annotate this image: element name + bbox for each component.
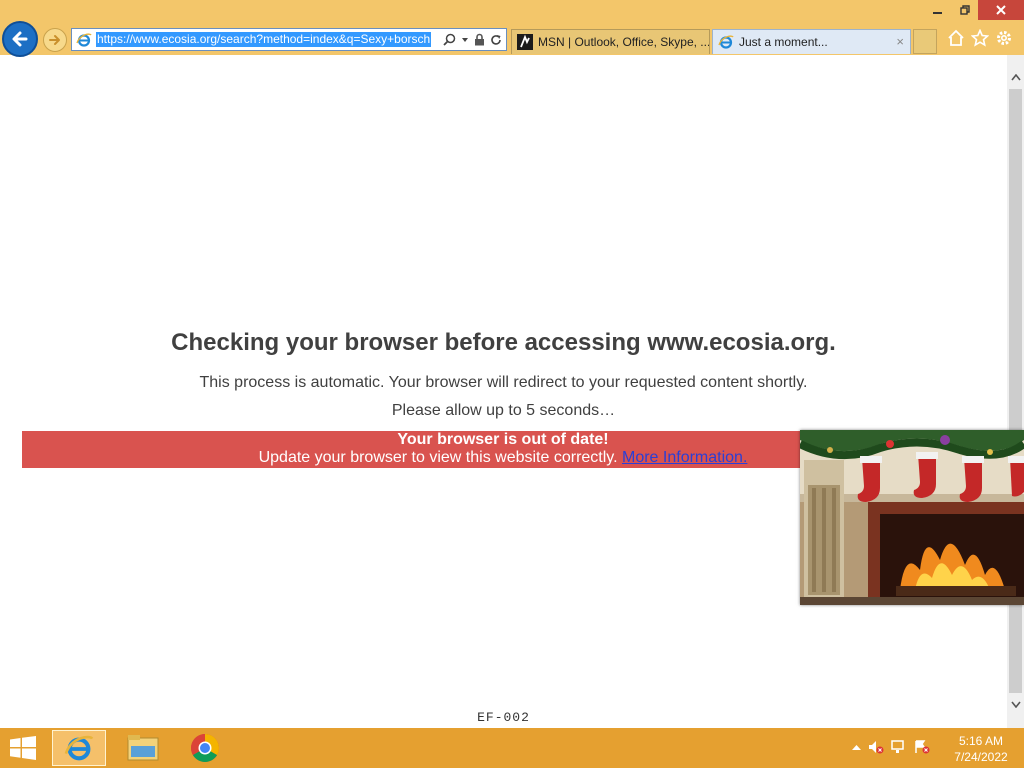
more-information-link[interactable]: More Information. <box>622 449 747 466</box>
msn-icon <box>517 34 533 50</box>
action-center-flag-icon[interactable] <box>914 740 930 754</box>
new-tab-button[interactable] <box>913 29 937 54</box>
gear-icon[interactable] <box>995 29 1013 47</box>
show-hidden-icons-icon[interactable] <box>852 744 861 751</box>
back-button[interactable] <box>2 21 38 57</box>
wait-message: Please allow up to 5 seconds… <box>391 402 616 419</box>
address-text[interactable]: https://www.ecosia.org/search?method=ind… <box>96 32 432 47</box>
close-window-button[interactable] <box>978 0 1024 20</box>
scroll-up-arrow-icon[interactable] <box>1007 69 1024 86</box>
folder-icon <box>127 735 159 761</box>
tab-just-a-moment[interactable]: Just a moment... × <box>712 29 911 54</box>
taskbar-file-explorer-button[interactable] <box>116 730 170 766</box>
forward-button[interactable] <box>43 28 67 52</box>
scroll-down-arrow-icon[interactable] <box>1007 696 1024 713</box>
chrome-icon <box>191 734 219 762</box>
start-button[interactable] <box>10 736 36 765</box>
banner-text: Update your browser to view this website… <box>258 449 622 466</box>
clock-time: 5:16 AM <box>958 734 1004 748</box>
tab-msn[interactable]: MSN | Outlook, Office, Skype, ... <box>511 29 710 54</box>
status-message: This process is automatic. Your browser … <box>199 374 808 391</box>
chevron-down-icon[interactable] <box>461 36 469 44</box>
toolbar-right <box>947 29 1013 47</box>
ie-icon <box>718 35 734 49</box>
taskbar-clock[interactable]: 5:16 AM 7/24/2022 <box>950 733 1012 765</box>
lock-icon[interactable] <box>474 33 485 46</box>
taskbar-ie-button[interactable] <box>52 730 106 766</box>
page-heading: Checking your browser before accessing w… <box>171 329 836 356</box>
windows-logo-icon <box>10 736 36 760</box>
home-icon[interactable] <box>947 29 965 47</box>
taskbar: 5:16 AM 7/24/2022 <box>0 728 1024 768</box>
system-tray <box>852 740 930 754</box>
refresh-icon[interactable] <box>490 34 502 46</box>
ie-icon <box>76 33 92 47</box>
address-tools <box>443 31 502 48</box>
network-icon[interactable] <box>891 740 907 754</box>
minimize-icon <box>933 11 942 14</box>
taskbar-chrome-button[interactable] <box>178 730 232 766</box>
close-icon <box>996 5 1006 15</box>
tab-label: Just a moment... <box>739 35 828 49</box>
tab-label: MSN | Outlook, Office, Skype, ... <box>538 35 709 49</box>
minimize-button[interactable] <box>924 0 951 20</box>
restore-button[interactable] <box>951 0 978 20</box>
vertical-scrollbar[interactable] <box>1007 55 1024 728</box>
browser-chrome: https://www.ecosia.org/search?method=ind… <box>0 0 1024 57</box>
fireplace-image <box>800 430 1024 605</box>
error-code: EF-002 <box>477 710 530 725</box>
volume-muted-icon[interactable] <box>868 740 884 754</box>
restore-icon <box>959 5 970 15</box>
window-controls <box>924 0 1024 20</box>
clock-date: 7/24/2022 <box>954 750 1008 764</box>
address-bar[interactable]: https://www.ecosia.org/search?method=ind… <box>71 28 507 51</box>
close-tab-icon[interactable]: × <box>896 34 904 49</box>
arrow-right-icon <box>49 35 60 45</box>
arrow-left-icon <box>12 31 28 47</box>
favorites-star-icon[interactable] <box>971 29 989 47</box>
search-icon[interactable] <box>443 33 456 46</box>
ie-icon <box>64 735 94 761</box>
